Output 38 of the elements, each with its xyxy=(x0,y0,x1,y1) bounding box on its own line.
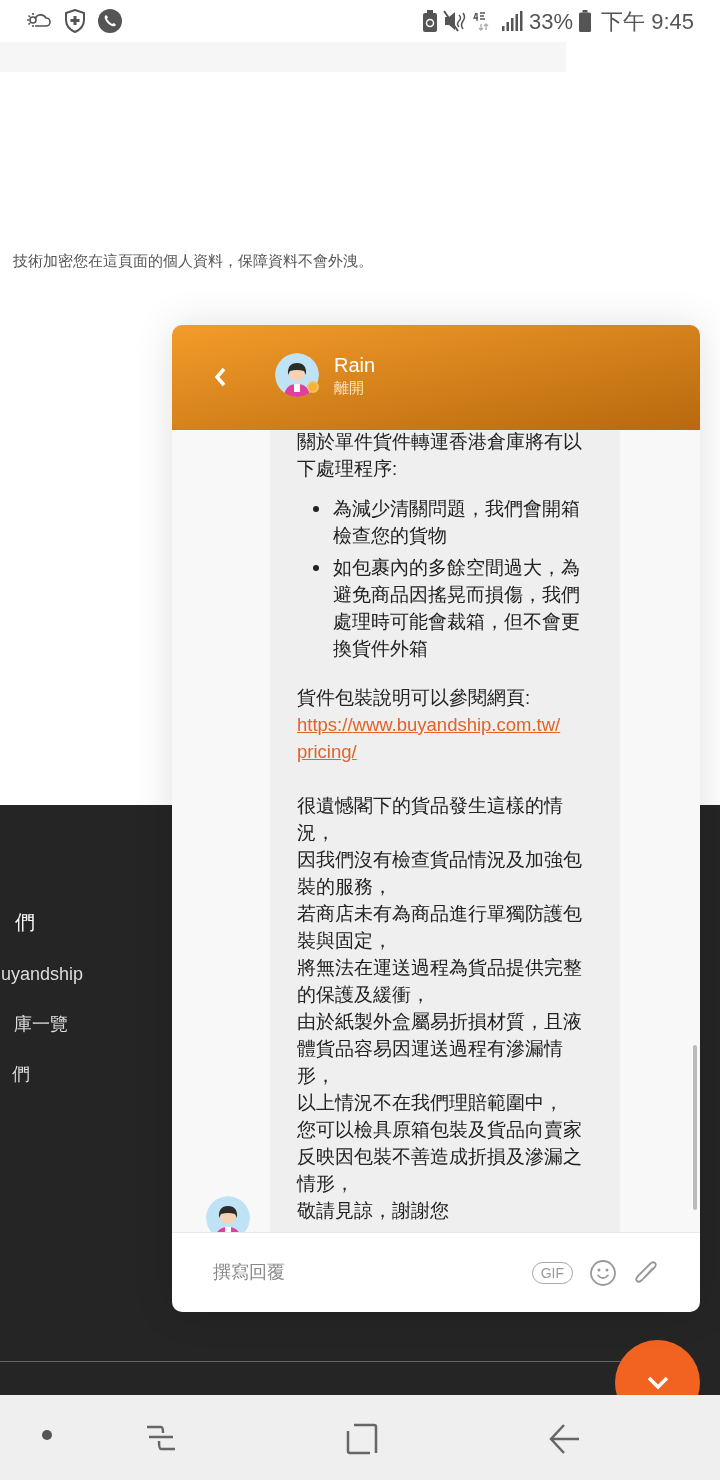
message-text: 以上情況不在我們理賠範圍中， xyxy=(297,1091,564,1115)
message-text: 因我們沒有檢查貨品情況及加強包裝的服務， xyxy=(297,848,583,899)
message-text: 將無法在運送過程為貨品提供完整的保護及緩衝， xyxy=(297,956,583,1007)
message-text: 您可以檢具原箱包裝及貨品向賣家反映因包裝不善造成折損及滲漏之情形， xyxy=(297,1118,583,1196)
chevron-left-icon xyxy=(213,366,227,388)
phone-icon xyxy=(98,9,122,33)
privacy-notice: 技術加密您在這頁面的個人資料，保障資料不會外洩。 xyxy=(13,251,373,271)
chevron-down-icon xyxy=(646,1375,669,1390)
mute-icon xyxy=(443,10,467,32)
battery-icon xyxy=(579,10,592,32)
clock: 下午 9:45 xyxy=(601,7,694,36)
footer-link[interactable]: 庫一覽 xyxy=(14,1011,68,1038)
reply-field[interactable]: 撰寫回覆 xyxy=(213,1259,516,1286)
dot-icon[interactable] xyxy=(41,1429,53,1441)
message-text: 很遺憾閣下的貨品發生這樣的情況， xyxy=(297,794,564,845)
back-icon[interactable] xyxy=(548,1423,580,1455)
message-text: 貨件包裝說明可以參閱網頁: xyxy=(297,686,532,710)
message-text: 若商店未有為商品進行單獨防護包裝與固定， xyxy=(297,902,583,953)
agent-name: Rain xyxy=(334,353,376,377)
signal-icon xyxy=(501,11,523,31)
emoji-icon[interactable] xyxy=(589,1258,617,1287)
battery-percent: 33% xyxy=(529,7,574,36)
battery-saver-icon xyxy=(423,10,437,32)
shield-icon xyxy=(64,9,86,33)
footer-heading: 們 xyxy=(15,910,35,935)
recent-apps-icon[interactable] xyxy=(145,1423,177,1453)
agent-status: 離開 xyxy=(334,378,365,398)
bullet-icon xyxy=(313,506,319,512)
bullet-text: 如包裹內的多餘空間過大，為避免商品因搖晃而損傷，我們處理時可能會裁箱，但不會更換貨件外箱 xyxy=(333,557,580,659)
footer-link[interactable]: 們 xyxy=(12,1061,30,1088)
message-text: 由於紙製外盒屬易折損材質，且液體貨品容易因運送過程有滲漏情形， xyxy=(297,1010,583,1088)
message-text: 關於單件貨件轉運香港倉庫將有以下處理程序: xyxy=(297,430,583,481)
bullet-text: 為減少清關問題，我們會開箱檢查您的貨物 xyxy=(333,498,580,546)
home-icon[interactable] xyxy=(346,1423,378,1455)
bullet-icon xyxy=(313,565,319,571)
agent-avatar xyxy=(275,353,319,397)
footer-link[interactable]: uyandship xyxy=(1,961,84,988)
message-text: 敬請見諒，謝謝您 xyxy=(297,1199,450,1223)
